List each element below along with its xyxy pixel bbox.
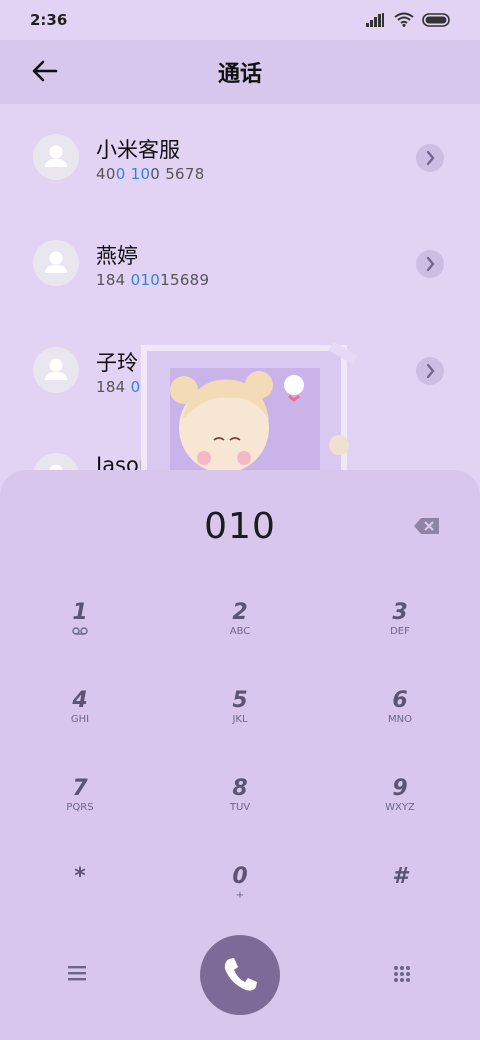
number-segment: 184 [96,271,131,289]
key-digit: 2 [232,600,248,625]
signal-icon [366,12,384,27]
contact-name: 子玲 [96,351,138,375]
key-digit: 3 [392,600,408,625]
dial-key-5[interactable]: 5 JKL [180,688,300,760]
dial-key-hash[interactable]: # [340,864,460,936]
dial-key-0[interactable]: 0 + [180,864,300,936]
key-digit: * [74,864,86,889]
dial-key-9[interactable]: 9 WXYZ [340,776,460,848]
status-time: 2:36 [30,11,68,29]
key-letters: MNO [388,714,412,725]
number-match-highlight: 10 [130,165,151,183]
dial-key-1[interactable]: 1 [20,600,140,672]
key-letters: ABC [229,626,251,637]
contact-name: 小米客服 [96,138,180,162]
wallpaper-sticker [141,341,358,490]
contact-number: 400 100 5678 [96,165,205,183]
call-button[interactable] [200,935,280,1015]
person-icon [45,251,67,273]
person-icon [45,145,67,167]
key-digit: 4 [72,688,88,713]
dial-key-8[interactable]: 8 TUV [180,776,300,848]
key-digit: 6 [392,688,408,713]
menu-icon[interactable] [66,964,90,982]
dial-key-4[interactable]: 4 GHI [20,688,140,760]
number-segment: 184 [96,378,131,396]
number-match-highlight: 0 [115,165,126,183]
number-segment: 40 [96,165,116,183]
dialpad-panel: 010 1 2 ABC 3 DEF 4 GHI 5 JKL 6 MNO 7 PQRS 8 TUV 9 WXYZ *… [0,470,480,1040]
dialed-number: 010 [204,506,276,547]
chevron-right-icon[interactable] [416,357,444,385]
chevron-right-icon[interactable] [416,144,444,172]
chevron-right-icon[interactable] [416,250,444,278]
contact-row[interactable]: 燕婷 184 01015689 [0,210,480,316]
key-digit: 8 [232,776,248,801]
key-letters: GHI [70,714,90,725]
backspace-icon[interactable] [413,516,441,536]
key-letters: + [235,890,245,901]
key-digit: # [392,864,408,889]
status-icons [366,12,452,27]
voicemail-icon [20,626,140,640]
key-digit: 0 [232,864,248,889]
phone-icon [224,958,257,991]
contact-row[interactable]: 小米客服 400 100 5678 [0,104,480,210]
dial-key-2[interactable]: 2 ABC [180,600,300,672]
key-letters: PQRS [66,802,94,813]
page-title: 通话 [217,62,262,87]
avatar [33,134,79,180]
avatar [33,240,79,286]
number-match-highlight: 010 [130,271,161,289]
keypad-icon[interactable] [393,965,411,983]
wifi-icon [394,12,414,27]
contact-number: 184 01015689 [96,271,209,289]
key-digit: 9 [392,776,408,801]
key-digit: 7 [72,776,88,801]
contact-name: 燕婷 [96,244,138,268]
app-header: 通话 [0,40,480,104]
avatar [33,347,79,393]
key-letters: TUV [229,802,251,813]
key-letters: WXYZ [385,802,415,813]
dial-key-7[interactable]: 7 PQRS [20,776,140,848]
number-segment: 0 5678 [150,165,205,183]
number-segment: 15689 [160,271,210,289]
person-icon [45,358,67,380]
battery-icon [422,12,450,27]
key-letters: DEF [390,626,410,637]
key-letters: JKL [232,714,248,725]
status-bar: 2:36 [0,0,480,40]
key-digit: 5 [232,688,248,713]
dial-key-star[interactable]: * [20,864,140,936]
dial-key-3[interactable]: 3 DEF [340,600,460,672]
dial-key-6[interactable]: 6 MNO [340,688,460,760]
key-digit: 1 [72,600,88,625]
